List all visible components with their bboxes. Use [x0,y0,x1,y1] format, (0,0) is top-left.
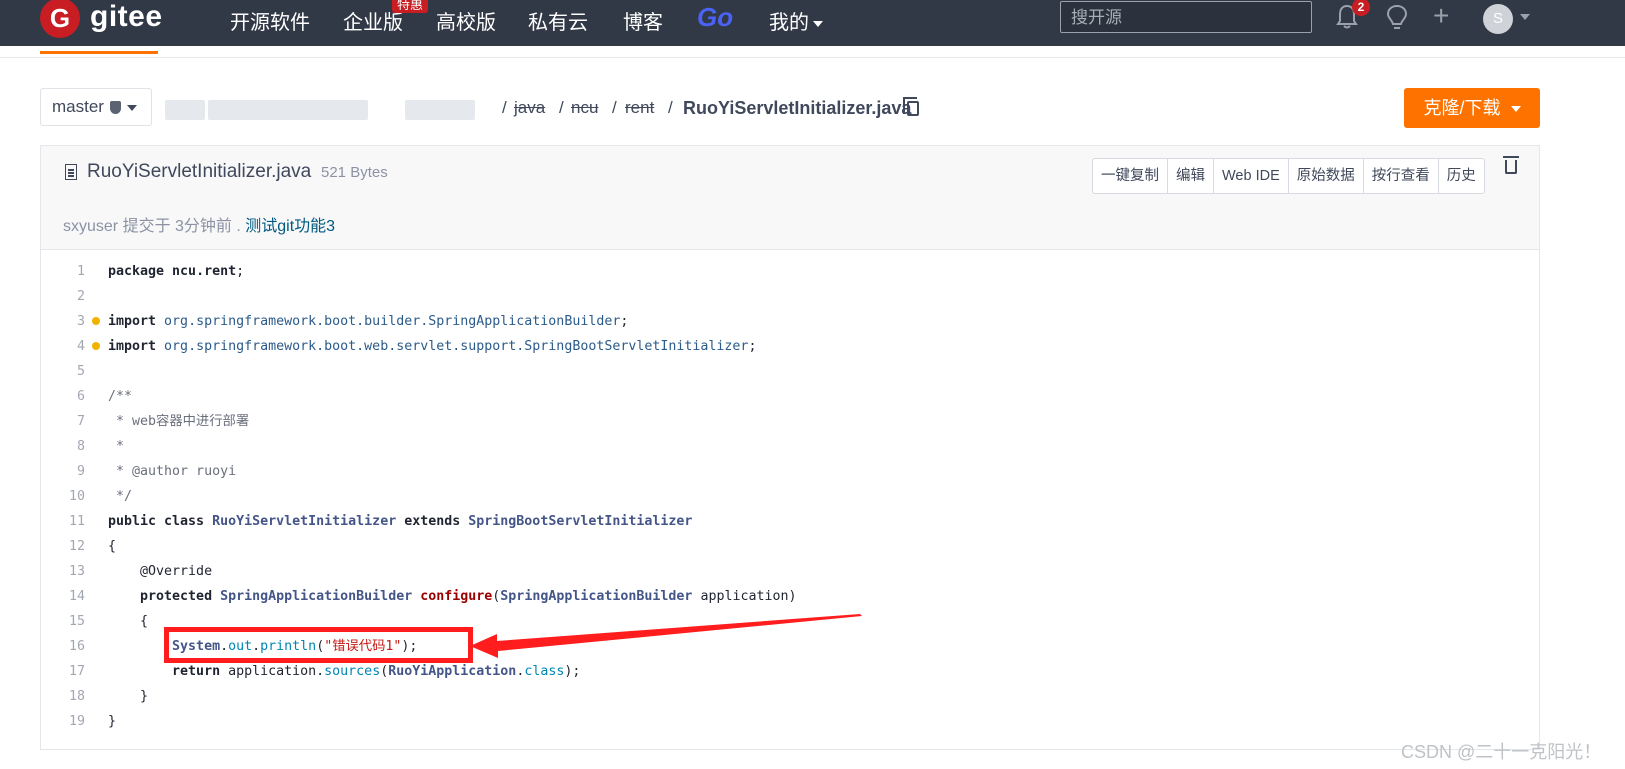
active-tab-indicator [40,51,158,54]
code-line: 11 public class RuoYiServletInitializer e… [41,509,1539,534]
breadcrumb-separator: / [612,98,617,117]
breadcrumb-separator: / [668,98,673,117]
breadcrumb-item-java[interactable]: java [514,98,545,118]
code-line: 8 * [41,434,1539,459]
edit-button[interactable]: 编辑 [1168,159,1214,193]
trash-icon[interactable] [1503,156,1519,174]
clone-download-button[interactable]: 克隆/下载 [1404,88,1540,128]
breadcrumb-redacted [165,100,205,120]
line-number[interactable]: 18 [41,684,85,709]
file-header: RuoYiServletInitializer.java 521 Bytes 一… [41,146,1539,250]
line-number[interactable]: 9 [41,459,85,484]
chevron-down-icon [813,20,823,27]
breadcrumb-item-rent[interactable]: rent [625,98,654,118]
code-line: 5 [41,359,1539,384]
line-number[interactable]: 13 [41,559,85,584]
file-title: RuoYiServletInitializer.java [87,161,312,182]
commit-time: 提交于 3分钟前 . [122,218,241,235]
history-button[interactable]: 历史 [1439,159,1484,193]
avatar-chevron-down-icon[interactable] [1520,14,1530,20]
code-line: 9 * @author ruoyi [41,459,1539,484]
gitee-logo[interactable]: G gitee [40,0,163,46]
line-number[interactable]: 12 [41,534,85,559]
nav-private-cloud[interactable]: 私有云 [528,6,588,35]
breadcrumb-item-ncu[interactable]: ncu [571,98,598,118]
commit-message-link[interactable]: 测试git功能3 [245,218,335,235]
avatar[interactable]: S [1483,4,1513,34]
gitee-logo-text: gitee [90,0,163,33]
branch-name: master [52,97,104,116]
code-line: 12{ [41,534,1539,559]
branch-selector[interactable]: master [40,88,152,126]
header-divider [0,57,1625,58]
nav-mine-label: 我的 [769,12,809,34]
code-line: 18 } [41,684,1539,709]
line-number[interactable]: 15 [41,609,85,634]
nav-go[interactable]: Go [697,2,733,33]
line-number[interactable]: 2 [41,284,85,309]
top-navbar: G gitee 开源软件 企业版 特惠 高校版 私有云 博客 Go 我的 搜开源… [0,0,1625,46]
breadcrumb-separator: / [559,98,564,117]
code-line: 2 [41,284,1539,309]
breadcrumb-redacted [208,100,368,120]
gitee-logo-icon: G [40,0,80,38]
line-number[interactable]: 16 [41,634,85,659]
code-line: 19} [41,709,1539,734]
line-number[interactable]: 10 [41,484,85,509]
code-line: 14 protected SpringApplicationBuilder co… [41,584,1539,609]
annotation-highlight-box [164,627,473,663]
code-line: 7 * web容器中进行部署 [41,409,1539,434]
nav-blog[interactable]: 博客 [623,6,663,35]
line-number[interactable]: 17 [41,659,85,684]
lightbulb-icon[interactable] [1385,4,1409,32]
plus-icon[interactable]: + [1433,2,1449,30]
blame-button[interactable]: 按行查看 [1364,159,1439,193]
chevron-down-icon [126,104,137,111]
enterprise-promo-badge: 特惠 [392,0,429,13]
file-actions: 一键复制 编辑 Web IDE 原始数据 按行查看 历史 [1092,158,1485,194]
line-number[interactable]: 4 [41,334,85,359]
line-number[interactable]: 8 [41,434,85,459]
breadcrumb-redacted [405,100,475,120]
web-ide-button[interactable]: Web IDE [1214,159,1289,193]
code-line: 10 */ [41,484,1539,509]
file-size: 521 Bytes [321,164,388,181]
line-number[interactable]: 7 [41,409,85,434]
change-marker-icon [92,342,100,350]
code-line: 1 package ncu.rent; [41,259,1539,284]
code-line: 13 @Override [41,559,1539,584]
copy-path-icon[interactable] [903,97,919,116]
file-icon [65,164,77,180]
notification-count-badge: 2 [1352,0,1370,16]
chevron-down-icon [1510,106,1521,113]
code-line: 6/** [41,384,1539,409]
nav-mine-menu[interactable]: 我的 [769,6,823,35]
shield-icon [109,101,121,115]
clone-download-label: 克隆/下载 [1423,98,1501,118]
nav-university[interactable]: 高校版 [436,6,496,35]
breadcrumb-separator: / [502,98,507,117]
code-line: 4 import org.springframework.boot.web.ser… [41,334,1539,359]
line-number[interactable]: 19 [41,709,85,734]
copy-all-button[interactable]: 一键复制 [1093,159,1168,193]
commit-author[interactable]: sxyuser [63,218,118,235]
line-number[interactable]: 14 [41,584,85,609]
last-commit-info: sxyuser 提交于 3分钟前 . 测试git功能3 [63,212,335,236]
watermark: CSDN @二十一克阳光！ [1401,742,1602,762]
line-number[interactable]: 3 [41,309,85,334]
line-number[interactable]: 11 [41,509,85,534]
nav-open-source[interactable]: 开源软件 [230,6,310,35]
raw-button[interactable]: 原始数据 [1289,159,1364,193]
line-number[interactable]: 6 [41,384,85,409]
line-number[interactable]: 1 [41,259,85,284]
line-number[interactable]: 5 [41,359,85,384]
change-marker-icon [92,317,100,325]
code-line: 3 import org.springframework.boot.builder… [41,309,1539,334]
search-input[interactable]: 搜开源 [1060,1,1312,33]
breadcrumb-current-file: RuoYiServletInitializer.java [683,98,912,118]
